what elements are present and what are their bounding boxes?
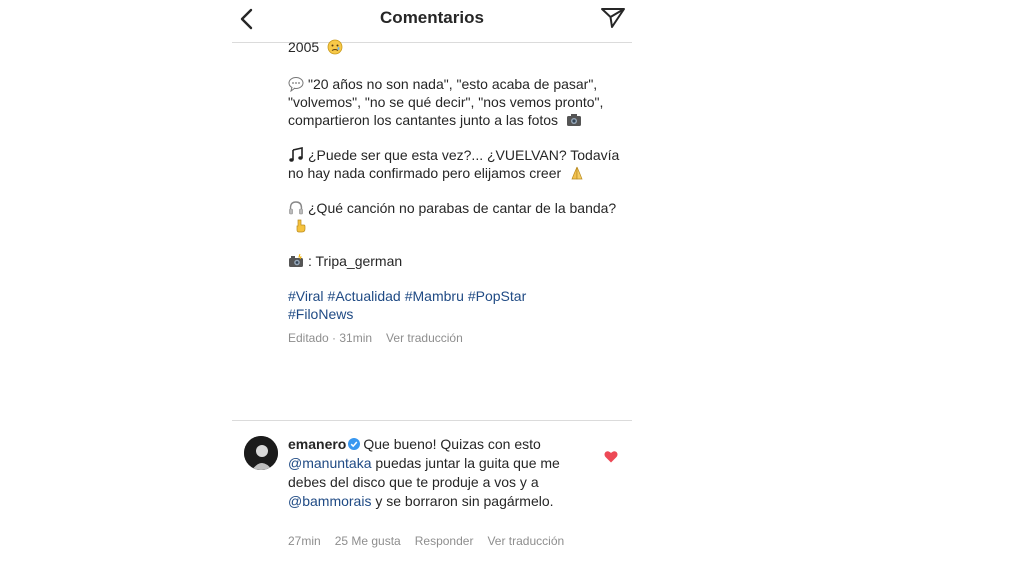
- avatar-image: [244, 436, 278, 470]
- mention-link[interactable]: @bammorais: [288, 493, 371, 509]
- music-note-icon: [289, 147, 303, 162]
- top-bar: Comentarios: [232, 0, 632, 43]
- comment-text-start: Que bueno! Quizas con esto: [363, 436, 541, 452]
- comment-likes[interactable]: 25 Me gusta: [335, 534, 401, 548]
- paper-plane-icon[interactable]: [600, 6, 626, 30]
- comment-meta: 27min 25 Me gusta Responder Ver traducción: [288, 534, 578, 548]
- caption-paragraph-question: ¿Puede ser que esta vez?... ¿VUELVAN? To…: [288, 146, 628, 182]
- speech-bubble-icon: [288, 77, 304, 92]
- page-title: Comentarios: [380, 8, 484, 27]
- sad-face-icon: [327, 39, 343, 55]
- heart-icon[interactable]: [604, 450, 618, 463]
- comment-time: 27min: [288, 534, 321, 548]
- camera-flash-icon: [289, 253, 303, 267]
- comment-body: emanero Que bueno! Quizas con esto @manun…: [288, 435, 593, 511]
- pointing-down-icon: [296, 219, 306, 233]
- post-caption: 2005 "20 años no son nada", "esto acaba …: [288, 38, 628, 347]
- hashtag-link[interactable]: #Mambru: [405, 288, 464, 304]
- verified-badge-icon: [348, 438, 361, 450]
- caption-paragraph-song: ¿Qué canción no parabas de cantar de la …: [288, 199, 628, 235]
- caption-paragraph-quotes: "20 años no son nada", "esto acaba de pa…: [288, 75, 628, 129]
- caption-quotes-text: "20 años no son nada", "esto acaba de pa…: [288, 76, 604, 128]
- caption-paragraph-credit: : Tripa_german: [288, 252, 628, 270]
- comments-screen: Comentarios 2005 "20 años no son nada", …: [232, 0, 632, 576]
- hashtag-list: #Viral #Actualidad #Mambru #PopStar #FiloNew…: [288, 287, 628, 323]
- mention-link[interactable]: @manuntaka: [288, 455, 371, 471]
- caption-edited-time: Editado · 31min: [288, 331, 373, 345]
- hashtag-link[interactable]: #PopStar: [468, 288, 526, 304]
- caption-meta: Editado · 31min Ver traducción: [288, 329, 628, 347]
- hashtag-link[interactable]: #Viral: [288, 288, 324, 304]
- reply-button[interactable]: Responder: [415, 534, 474, 548]
- divider: [232, 420, 632, 421]
- headphones-icon: [289, 201, 303, 215]
- camera-icon: [566, 114, 581, 126]
- caption-song-text: ¿Qué canción no parabas de cantar de la …: [308, 200, 617, 216]
- hashtag-link[interactable]: #FiloNews: [288, 306, 353, 322]
- caption-year: 2005: [288, 39, 320, 55]
- comment-username[interactable]: emanero: [288, 436, 346, 452]
- comment-text-end: y se borraron sin pagármelo.: [375, 493, 554, 509]
- caption-translate-link[interactable]: Ver traducción: [386, 331, 463, 345]
- caption-year-line: 2005: [288, 38, 628, 56]
- folded-hands-icon: [571, 166, 583, 180]
- avatar[interactable]: [244, 436, 278, 470]
- caption-credit-text: : Tripa_german: [308, 253, 403, 269]
- hashtag-link[interactable]: #Actualidad: [328, 288, 401, 304]
- comment-translate-link[interactable]: Ver traducción: [487, 534, 564, 548]
